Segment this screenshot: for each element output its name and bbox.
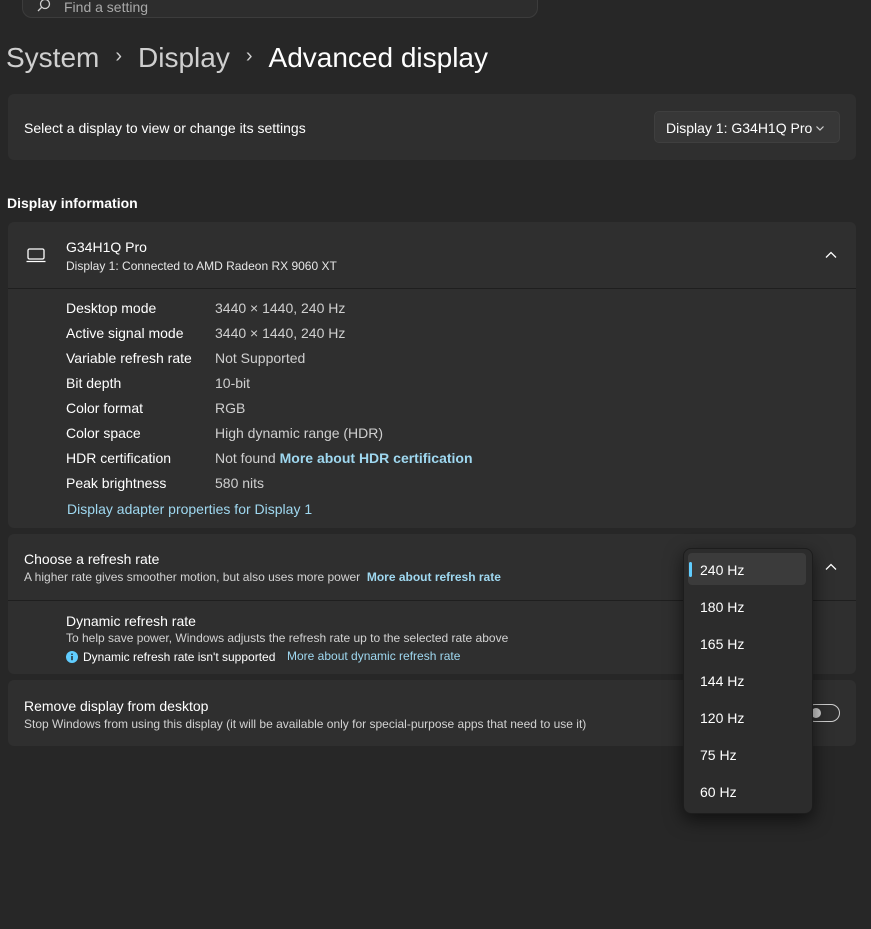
refresh-option-label: 240 Hz [700,562,745,578]
refresh-option-180[interactable]: 180 Hz [688,590,806,622]
monitor-icon [26,248,46,263]
close-icon[interactable] [850,0,864,2]
page-title: Advanced display [268,42,488,73]
breadcrumb-system[interactable]: System [6,42,99,74]
chevron-up-icon[interactable] [823,247,839,263]
section-title-display-information: Display information [7,195,138,211]
info-label: Bit depth [66,375,122,391]
hdr-cert-value: Not found [215,450,276,466]
display-select-label: Select a display to view or change its s… [24,120,306,136]
chevron-up-icon[interactable] [823,559,839,575]
refresh-option-75[interactable]: 75 Hz [688,738,806,770]
info-value: RGB [215,400,246,416]
monitor-name: G34H1Q Pro [66,239,147,255]
refresh-option-label: 60 Hz [700,784,737,800]
dynamic-refresh-description: To help save power, Windows adjusts the … [66,631,509,645]
search-box[interactable]: Find a setting [22,0,538,18]
search-placeholder: Find a setting [64,0,149,15]
info-value: 3440 × 1440, 240 Hz [215,300,346,316]
info-label: Desktop mode [66,300,157,316]
display-information-header[interactable]: G34H1Q Pro Display 1: Connected to AMD R… [8,222,856,288]
breadcrumb: System › Display › Advanced display [6,38,488,78]
refresh-option-label: 120 Hz [700,710,745,726]
refresh-rate-menu: 240 Hz 180 Hz 165 Hz 144 Hz 120 Hz 75 Hz… [683,548,813,814]
refresh-option-60[interactable]: 60 Hz [688,775,806,807]
info-label: Color format [66,400,144,416]
hdr-certification-link[interactable]: More about HDR certification [280,450,473,466]
info-value: 580 nits [215,475,265,491]
refresh-rate-description-text: A higher rate gives smoother motion, but… [24,570,361,584]
refresh-option-label: 180 Hz [700,599,745,615]
refresh-rate-link[interactable]: More about refresh rate [367,570,501,584]
info-label: Peak brightness [66,475,167,491]
refresh-option-240[interactable]: 240 Hz [688,553,806,585]
dynamic-refresh-warning: Dynamic refresh rate isn't supported [83,650,276,664]
divider [8,288,856,289]
info-label: Variable refresh rate [66,350,192,366]
info-icon [66,651,78,663]
refresh-rate-title: Choose a refresh rate [24,551,160,567]
dynamic-refresh-title: Dynamic refresh rate [66,613,196,629]
refresh-option-label: 144 Hz [700,673,745,689]
display-select-dropdown[interactable]: Display 1: G34H1Q Pro [654,111,840,143]
info-value: Not Supported [215,350,306,366]
remove-display-title: Remove display from desktop [24,698,209,714]
info-label: HDR certification [66,450,172,466]
refresh-option-165[interactable]: 165 Hz [688,627,806,659]
refresh-option-label: 165 Hz [700,636,745,652]
display-select-value: Display 1: G34H1Q Pro [666,120,813,136]
display-adapter-properties-link[interactable]: Display adapter properties for Display 1 [67,501,312,517]
monitor-subtitle: Display 1: Connected to AMD Radeon RX 90… [66,259,337,273]
info-value: Not found More about HDR certification [215,450,473,466]
breadcrumb-display[interactable]: Display [138,42,230,74]
chevron-right-icon: › [115,44,123,67]
info-value: High dynamic range (HDR) [215,425,384,441]
info-value: 10-bit [215,375,251,391]
chevron-right-icon: › [245,44,253,67]
info-label: Active signal mode [66,325,184,341]
refresh-rate-description: A higher rate gives smoother motion, but… [24,570,501,584]
info-value: 3440 × 1440, 240 Hz [215,325,346,341]
info-label: Color space [66,425,141,441]
dynamic-refresh-link[interactable]: More about dynamic refresh rate [287,649,460,663]
chevron-down-icon [816,126,824,131]
refresh-option-label: 75 Hz [700,747,737,763]
refresh-option-144[interactable]: 144 Hz [688,664,806,696]
minimize-icon[interactable] [806,0,820,2]
remove-display-description: Stop Windows from using this display (it… [24,717,587,731]
refresh-option-120[interactable]: 120 Hz [688,701,806,733]
search-icon [37,0,51,12]
display-select-card: Select a display to view or change its s… [8,94,856,160]
